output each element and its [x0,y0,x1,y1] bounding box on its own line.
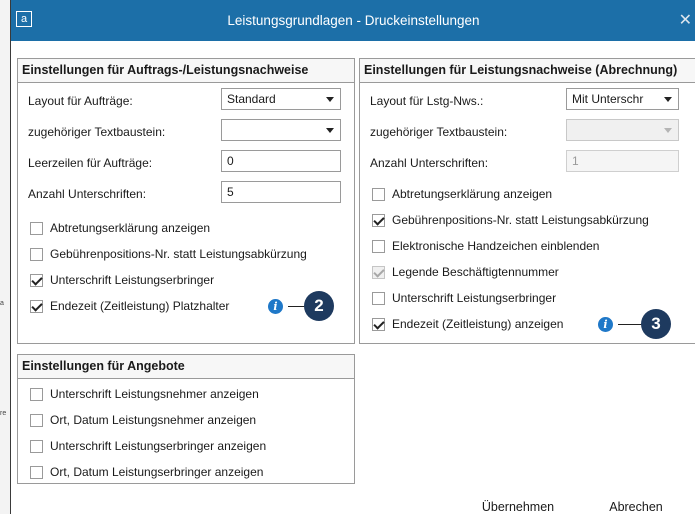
group-order-records: Einstellungen für Auftrags-/Leistungsnac… [17,58,355,344]
layout-label: Layout für Lstg-Nws.: [370,94,484,108]
checkbox-assignment-declaration[interactable] [372,188,385,201]
checkbox-label: Gebührenpositions-Nr. statt Leistungsabk… [392,213,649,227]
checkbox-label: Endezeit (Zeitleistung) anzeigen [392,317,564,331]
checkbox-provider-signature[interactable] [30,440,43,453]
chevron-down-icon [326,97,334,102]
checkbox-fee-position[interactable] [30,248,43,261]
text-module-select[interactable] [221,119,341,141]
checkbox-assignment-declaration[interactable] [30,222,43,235]
window-title: Leistungsgrundlagen - Druckeinstellungen [227,13,480,28]
checkbox-provider-signature[interactable] [372,292,385,305]
checkbox-label: Ort, Datum Leistungserbringer anzeigen [50,465,264,479]
blank-lines-value: 0 [227,154,234,168]
checkbox-label: Endezeit (Zeitleistung) Platzhalter [50,299,230,313]
checkbox-label: Unterschrift Leistungserbringer [392,291,557,305]
checkbox-employee-legend[interactable] [372,266,385,279]
layout-select[interactable]: Standard [221,88,341,110]
layout-value: Standard [227,92,276,106]
group-title: Einstellungen für Angebote [18,355,354,379]
checkbox-label: Unterschrift Leistungserbringer [50,273,215,287]
checkbox-label: Abtretungserklärung anzeigen [392,187,553,201]
checkbox-recipient-place-date[interactable] [30,414,43,427]
checkbox-end-time-placeholder[interactable] [30,300,43,313]
checkbox-label: Ort, Datum Leistungsnehmer anzeigen [50,413,257,427]
blank-lines-input[interactable]: 0 [221,150,341,172]
checkbox-label: Unterschrift Leistungsnehmer anzeigen [50,387,259,401]
info-icon[interactable]: i [598,317,613,332]
background-text: re [0,410,7,417]
text-module-select[interactable] [566,119,679,141]
signatures-input[interactable]: 5 [221,181,341,203]
checkbox-label: Unterschrift Leistungserbringer anzeigen [50,439,267,453]
print-settings-dialog: a Leistungsgrundlagen - Druckeinstellung… [10,0,695,519]
callout-line [618,324,642,325]
layout-select[interactable]: Mit Unterschr [566,88,679,110]
signatures-value: 5 [227,185,234,199]
cancel-button[interactable]: Abrechen [586,495,686,519]
checkbox-label: Abtretungserklärung anzeigen [50,221,211,235]
text-module-label: zugehöriger Textbaustein: [28,125,166,139]
layout-label: Layout für Aufträge: [28,94,133,108]
checkbox-fee-position[interactable] [372,214,385,227]
apply-button[interactable]: Übernehmen [463,495,573,519]
layout-value: Mit Unterschr [572,92,644,106]
close-icon[interactable]: ✕ [679,0,692,41]
checkbox-label: Legende Beschäftigtennummer [392,265,559,279]
callout-marker: 2 [304,291,334,321]
signatures-value: 1 [572,154,579,168]
chevron-down-icon [664,128,672,133]
callout-marker: 3 [641,309,671,339]
group-offers: Einstellungen für Angebote Unterschrift … [17,354,355,484]
checkbox-provider-signature[interactable] [30,274,43,287]
callout-line [288,306,305,307]
checkbox-provider-place-date[interactable] [30,466,43,479]
signatures-label: Anzahl Unterschriften: [28,187,147,201]
checkbox-label: Elektronische Handzeichen einblenden [392,239,600,253]
group-title: Einstellungen für Leistungsnachweise (Ab… [360,59,695,83]
text-module-label: zugehöriger Textbaustein: [370,125,508,139]
signatures-label: Anzahl Unterschriften: [370,156,489,170]
group-billing-records: Einstellungen für Leistungsnachweise (Ab… [359,58,695,344]
checkbox-electronic-initials[interactable] [372,240,385,253]
chevron-down-icon [326,128,334,133]
checkbox-recipient-signature[interactable] [30,388,43,401]
checkbox-label: Gebührenpositions-Nr. statt Leistungsabk… [50,247,307,261]
checkbox-end-time-show[interactable] [372,318,385,331]
title-bar: a Leistungsgrundlagen - Druckeinstellung… [11,0,695,41]
background-text: a [0,300,4,307]
blank-lines-label: Leerzeilen für Aufträge: [28,156,153,170]
chevron-down-icon [664,97,672,102]
info-icon[interactable]: i [268,299,283,314]
group-title: Einstellungen für Auftrags-/Leistungsnac… [18,59,354,83]
signatures-input[interactable]: 1 [566,150,679,172]
